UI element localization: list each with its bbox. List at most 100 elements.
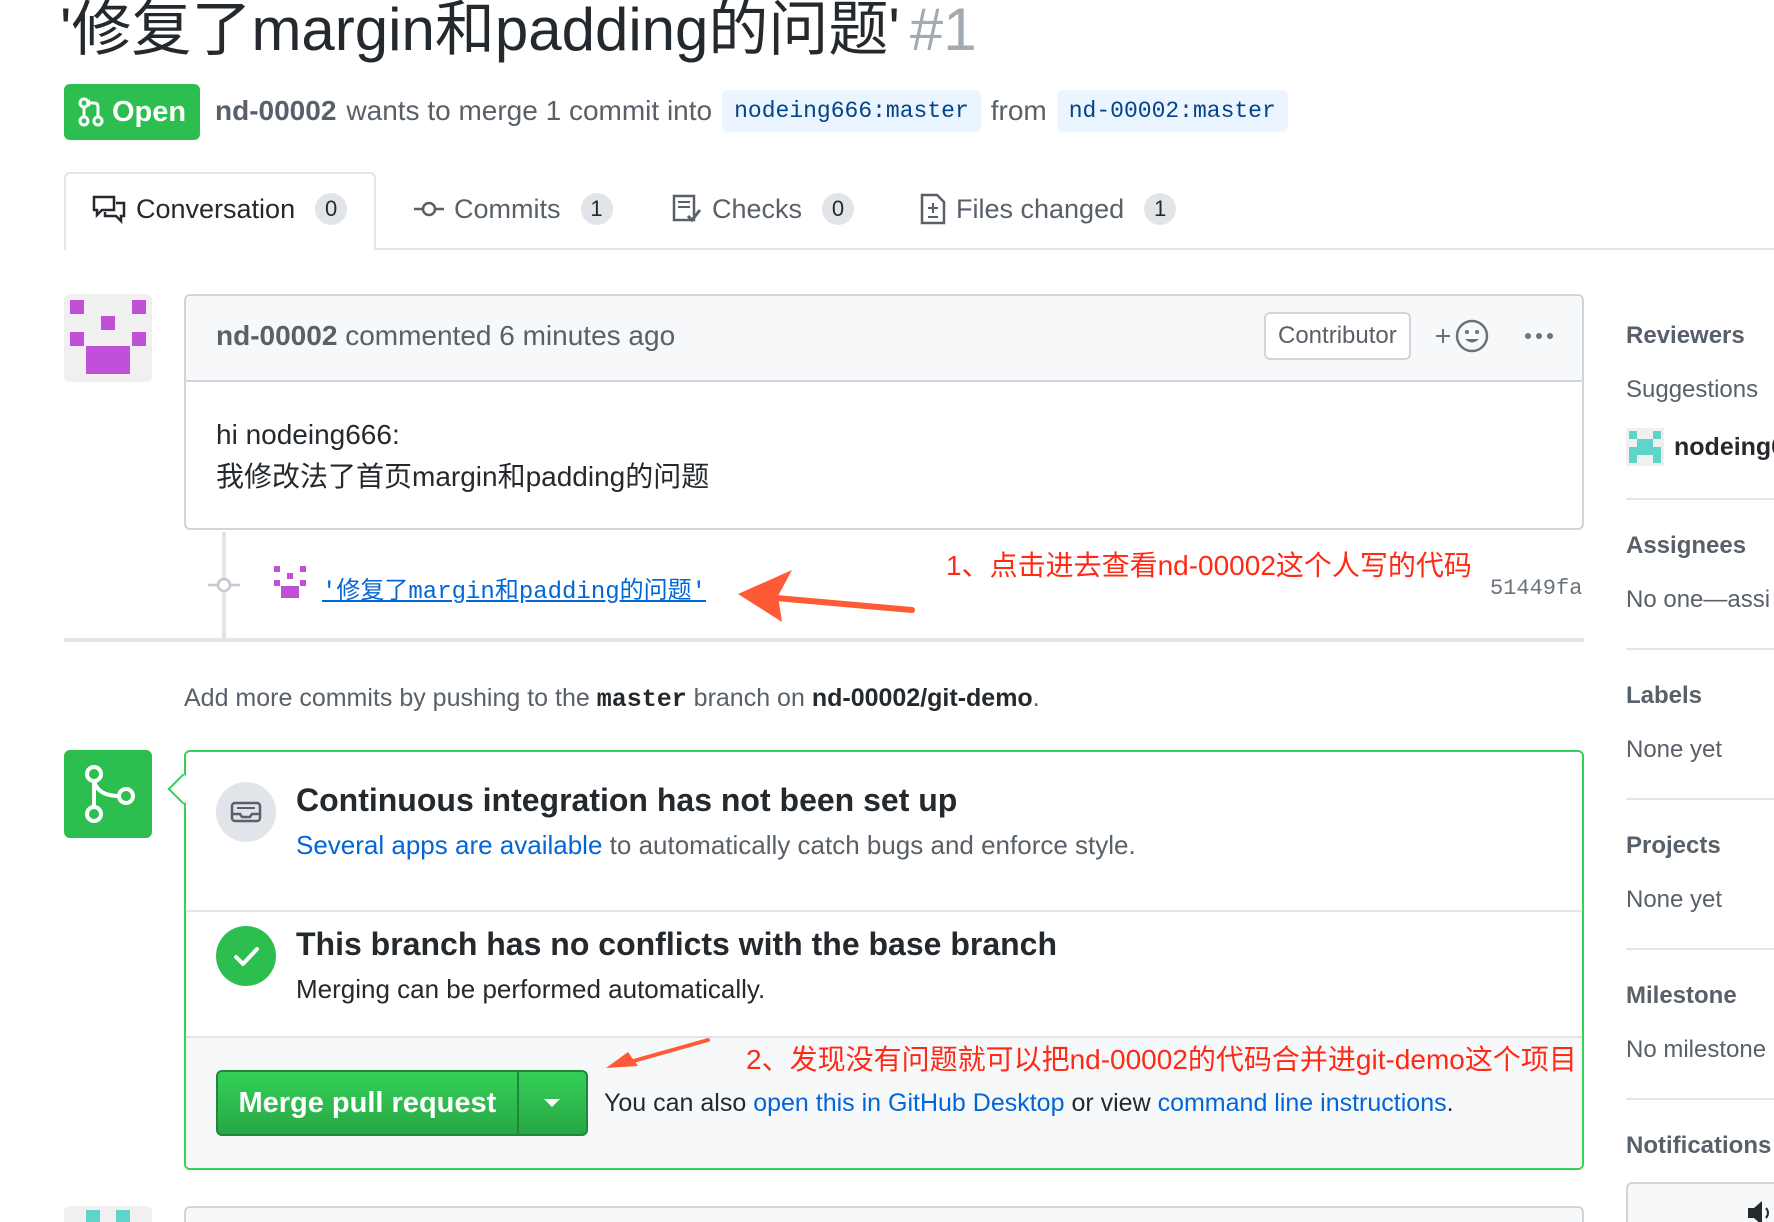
merge-box-divider bbox=[186, 910, 1582, 912]
base-branch[interactable]: nodeing666:master bbox=[722, 90, 981, 132]
merge-summary: nd-00002 wants to merge 1 commit into no… bbox=[215, 90, 1288, 132]
more-options-button[interactable] bbox=[1524, 326, 1554, 351]
next-timeline-item bbox=[184, 1206, 1584, 1222]
pr-author[interactable]: nd-00002 bbox=[215, 95, 336, 127]
timeline-break bbox=[64, 638, 1584, 642]
add-reaction-button[interactable] bbox=[1434, 318, 1494, 359]
apps-available-link[interactable]: Several apps are available bbox=[296, 830, 602, 860]
git-commit-icon bbox=[208, 574, 240, 601]
sidebar-divider bbox=[1626, 498, 1774, 500]
tab-label: Checks bbox=[712, 193, 803, 224]
pr-title-text: '修复了margin和padding的问题' bbox=[60, 0, 900, 63]
sidebar-divider bbox=[1626, 798, 1774, 800]
merge-pull-request-button[interactable]: Merge pull request bbox=[218, 1087, 517, 1120]
push-note-repo[interactable]: nd-00002/git-demo bbox=[812, 684, 1033, 712]
push-note-prefix: Add more commits by pushing to the bbox=[184, 684, 590, 712]
tab-counter: 1 bbox=[1144, 193, 1177, 225]
tab-counter: 0 bbox=[822, 193, 855, 225]
unmute-icon bbox=[1748, 1201, 1769, 1222]
tab-files-changed[interactable]: Files changed 1 bbox=[920, 193, 1177, 225]
ci-description: Several apps are available to automatica… bbox=[296, 830, 1136, 861]
merge-alternatives: You can also open this in GitHub Desktop… bbox=[604, 1089, 1454, 1118]
sidebar-divider bbox=[1626, 648, 1774, 650]
commit-message-link[interactable]: '修复了margin和padding的问题' bbox=[322, 570, 706, 606]
identicon-image bbox=[1626, 428, 1664, 466]
state-badge: Open bbox=[64, 84, 200, 140]
from-text: from bbox=[990, 95, 1047, 126]
labels-value: None yet bbox=[1626, 736, 1723, 763]
merge-status-icon-box bbox=[64, 750, 152, 838]
projects-heading[interactable]: Projects bbox=[1626, 832, 1721, 860]
command-line-instructions-link[interactable]: command line instructions bbox=[1158, 1089, 1447, 1117]
git-pull-request-icon bbox=[78, 97, 104, 127]
sidebar-divider bbox=[1626, 948, 1774, 950]
milestone-heading[interactable]: Milestone bbox=[1626, 982, 1737, 1010]
identicon-image bbox=[70, 300, 146, 374]
tab-counter: 0 bbox=[315, 193, 348, 225]
annotation-arrow-one bbox=[738, 570, 915, 622]
no-conflicts-title: This branch has no conflicts with the ba… bbox=[296, 926, 1058, 962]
author-avatar[interactable] bbox=[64, 294, 152, 382]
identicon-image bbox=[86, 1210, 130, 1222]
diff-icon bbox=[920, 193, 946, 225]
triangle-down-icon bbox=[544, 1099, 561, 1107]
also-middle: or view bbox=[1071, 1089, 1151, 1117]
pr-title: '修复了margin和padding的问题' #1 bbox=[60, 0, 977, 66]
also-suffix: . bbox=[1446, 1089, 1454, 1117]
comment-line: 我修改法了首页margin和padding的问题 bbox=[216, 461, 710, 492]
no-conflicts-description: Merging can be performed automatically. bbox=[296, 974, 766, 1004]
annotation-arrow-two bbox=[606, 1038, 710, 1068]
inbox-icon bbox=[230, 801, 262, 823]
assignees-heading[interactable]: Assignees bbox=[1626, 532, 1746, 560]
next-item-avatar[interactable] bbox=[64, 1206, 152, 1222]
tab-label: Commits bbox=[454, 193, 561, 224]
comment-author[interactable]: nd-00002 bbox=[216, 320, 337, 351]
tab-counter: 1 bbox=[580, 193, 613, 225]
push-note-middle: branch on bbox=[693, 684, 805, 712]
suggested-reviewer[interactable]: nodeing6 bbox=[1626, 428, 1774, 466]
projects-value: None yet bbox=[1626, 886, 1723, 913]
github-desktop-link[interactable]: open this in GitHub Desktop bbox=[753, 1089, 1064, 1117]
commit-sha[interactable]: 51449fa bbox=[1490, 576, 1582, 601]
ci-status-icon bbox=[216, 782, 276, 842]
push-note-branch: master bbox=[596, 685, 687, 714]
state-label: Open bbox=[111, 95, 187, 128]
push-note-suffix: . bbox=[1032, 684, 1040, 712]
merge-pull-request-button-group: Merge pull request bbox=[216, 1070, 588, 1136]
check-icon bbox=[234, 947, 259, 966]
comment-meta: nd-00002 commented 6 minutes ago bbox=[216, 320, 675, 352]
tab-label: Files changed bbox=[956, 193, 1125, 224]
notifications-subscribe-button[interactable] bbox=[1626, 1182, 1774, 1222]
head-branch[interactable]: nd-00002:master bbox=[1056, 90, 1288, 132]
contributor-badge: Contributor bbox=[1264, 312, 1411, 360]
tab-label: Conversation bbox=[136, 193, 296, 224]
ci-title: Continuous integration has not been set … bbox=[296, 782, 958, 818]
pr-number: #1 bbox=[909, 0, 977, 63]
merge-text: wants to merge 1 commit into bbox=[346, 95, 713, 126]
comment-action[interactable]: commented 6 minutes ago bbox=[345, 320, 675, 351]
no-conflicts-status-icon bbox=[216, 926, 276, 986]
comment-discussion-icon bbox=[92, 195, 126, 224]
commit-author-avatar[interactable] bbox=[272, 564, 308, 600]
reviewers-heading[interactable]: Reviewers bbox=[1626, 322, 1745, 350]
notifications-heading: Notifications bbox=[1626, 1132, 1772, 1159]
merge-options-dropdown[interactable] bbox=[516, 1072, 586, 1134]
tab-commits[interactable]: Commits 1 bbox=[414, 193, 613, 225]
comment-body: hi nodeing666: 我修改法了首页margin和padding的问题 bbox=[216, 414, 709, 498]
milestone-value: No milestone bbox=[1626, 1036, 1767, 1063]
also-prefix: You can also bbox=[604, 1089, 747, 1117]
assignees-value: No one—assi bbox=[1626, 586, 1771, 613]
smiley-icon bbox=[1436, 319, 1489, 353]
labels-heading[interactable]: Labels bbox=[1626, 682, 1702, 710]
suggestions-label: Suggestions bbox=[1626, 376, 1759, 403]
identicon-image bbox=[274, 566, 306, 598]
ci-description-rest: to automatically catch bugs and enforce … bbox=[609, 830, 1136, 860]
tab-checks[interactable]: Checks 0 bbox=[672, 193, 855, 225]
tab-conversation[interactable]: Conversation 0 bbox=[92, 193, 348, 225]
suggested-reviewer-name[interactable]: nodeing6 bbox=[1674, 433, 1774, 462]
annotation-one: 1、点击进去查看nd-00002这个人写的代码 bbox=[946, 550, 1472, 581]
annotation-two: 2、发现没有问题就可以把nd-00002的代码合并进git-demo这个项目 bbox=[746, 1044, 1577, 1075]
kebab-horizontal-icon bbox=[1525, 333, 1553, 339]
checklist-icon bbox=[672, 194, 702, 223]
git-merge-icon bbox=[85, 765, 135, 823]
